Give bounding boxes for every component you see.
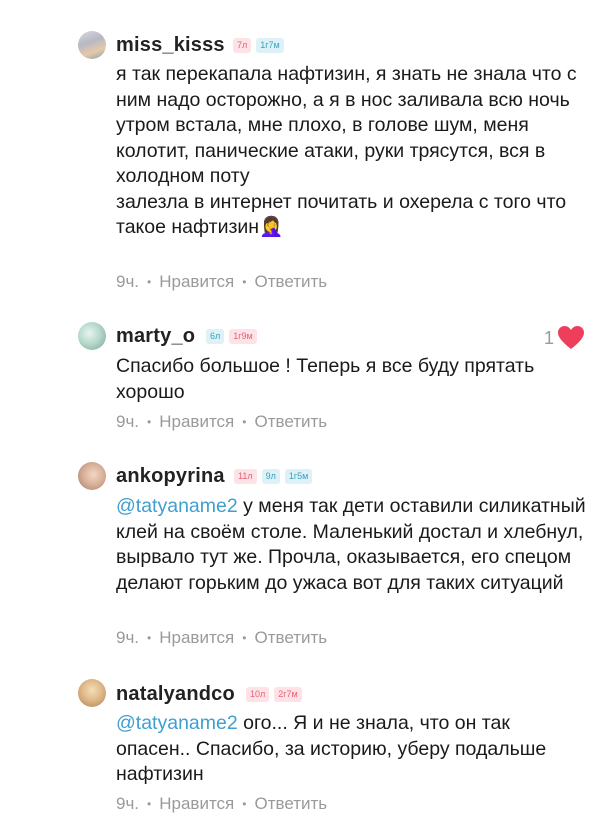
avatar[interactable]: [78, 462, 106, 490]
reply-button[interactable]: Ответить: [254, 794, 327, 814]
timestamp: 9ч.: [116, 272, 140, 291]
badge: 2г7м: [274, 687, 302, 702]
badge: 10л: [246, 687, 270, 702]
timestamp: 9ч.: [116, 794, 140, 813]
separator: •: [147, 797, 152, 811]
username[interactable]: ankopyrina: [116, 465, 225, 488]
badge: 1г7м: [256, 38, 284, 53]
like-button[interactable]: Нравится: [159, 412, 234, 432]
separator: •: [242, 797, 247, 811]
badge: 11л: [234, 469, 257, 484]
badges: 7л 1г7м: [233, 38, 284, 53]
timestamp: 9ч.: [116, 412, 140, 431]
badges: 11л 9л 1г5м: [234, 469, 313, 484]
separator: •: [242, 631, 247, 645]
badge: 9л: [261, 469, 280, 484]
separator: •: [242, 275, 247, 289]
separator: •: [147, 275, 152, 289]
mention-link[interactable]: @tatyaname2: [116, 712, 238, 734]
badge: 6л: [206, 329, 225, 344]
separator: •: [147, 415, 152, 429]
badges: 6л 1г9м: [206, 329, 257, 344]
like-button[interactable]: Нравится: [159, 628, 234, 648]
comment-text: я так перекапала нафтизин, я знать не зн…: [116, 62, 586, 241]
separator: •: [147, 631, 152, 645]
username[interactable]: miss_kisss: [116, 34, 225, 57]
comment-body: я так перекапала нафтизин, я знать не зн…: [116, 63, 577, 238]
badge: 1г9м: [229, 329, 257, 344]
comment-meta: 9ч. • Нравится • Ответить: [116, 272, 327, 292]
avatar[interactable]: [78, 679, 106, 707]
badges: 10л 2г7м: [246, 687, 302, 702]
comment-meta: 9ч. • Нравится • Ответить: [116, 412, 327, 432]
reply-button[interactable]: Ответить: [254, 272, 327, 292]
like-button[interactable]: Нравится: [159, 794, 234, 814]
mention-link[interactable]: @tatyaname2: [116, 495, 238, 517]
reply-button[interactable]: Ответить: [254, 412, 327, 432]
facepalm-emoji: 🤦‍♀️: [259, 216, 284, 238]
reply-button[interactable]: Ответить: [254, 628, 327, 648]
timestamp: 9ч.: [116, 628, 140, 647]
badge: 7л: [233, 38, 252, 53]
like-count[interactable]: 1: [544, 326, 584, 350]
comment-meta: 9ч. • Нравится • Ответить: [116, 794, 327, 814]
comment-text: Спасибо большое ! Теперь я все буду прят…: [116, 355, 535, 403]
comment-text: @tatyaname2 у меня так дети оставили сил…: [116, 494, 586, 596]
username[interactable]: marty_o: [116, 325, 195, 348]
separator: •: [242, 415, 247, 429]
avatar[interactable]: [78, 322, 106, 350]
heart-icon[interactable]: [558, 326, 584, 350]
comment-text: @tatyaname2 ого... Я и не знала, что он …: [116, 711, 586, 788]
username[interactable]: natalyandco: [116, 683, 235, 706]
like-count-value: 1: [543, 327, 554, 348]
comment-meta: 9ч. • Нравится • Ответить: [116, 628, 327, 648]
avatar[interactable]: [78, 31, 106, 59]
badge: 1г5м: [284, 469, 313, 484]
like-button[interactable]: Нравится: [159, 272, 234, 292]
